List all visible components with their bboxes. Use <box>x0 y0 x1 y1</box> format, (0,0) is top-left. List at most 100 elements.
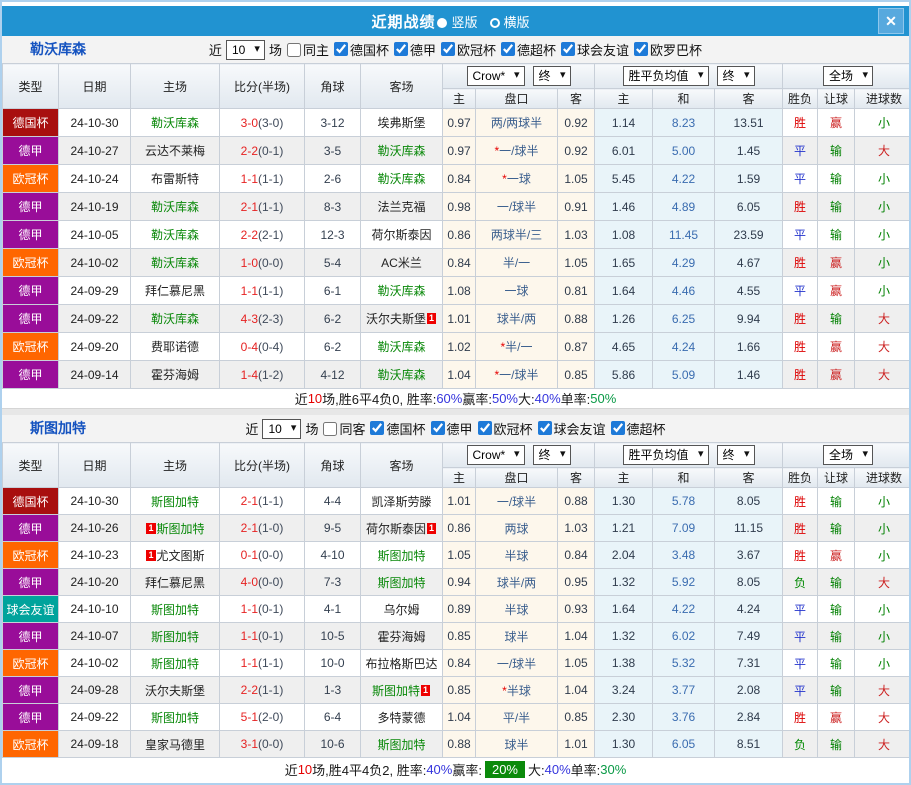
corner-cell: 12-3 <box>305 221 361 249</box>
scope-group-header: 全场 <box>783 64 911 89</box>
league-checkbox[interactable] <box>431 421 445 435</box>
home-odds-cell: 0.85 <box>443 677 476 704</box>
summary-text: 单率: <box>561 389 591 408</box>
recent-count-select[interactable]: 10 <box>262 419 301 439</box>
away-team-cell: 勒沃库森 <box>361 333 443 361</box>
league-cell: 欧冠杯 <box>3 165 59 193</box>
odds-provider-select[interactable]: Crow* <box>467 445 525 465</box>
same-venue-checkbox[interactable] <box>323 422 337 436</box>
league-checkbox[interactable] <box>370 421 384 435</box>
away-team-cell: 勒沃库森 <box>361 137 443 165</box>
handicap-cell: 平/半 <box>476 704 558 731</box>
team-label: 霍芬海姆 <box>151 368 199 382</box>
win-odds-cell: 1.30 <box>595 488 653 515</box>
match-row: 德甲24-10-20拜仁慕尼黑4-0(0-0)7-3斯图加特0.94球半/两0.… <box>3 569 911 596</box>
match-row: 欧冠杯24-10-02勒沃库森1-0(0-0)5-4AC米兰0.84半/一1.0… <box>3 249 911 277</box>
close-button[interactable]: ✕ <box>878 8 904 34</box>
home-team-cell: 拜仁慕尼黑 <box>131 277 220 305</box>
recent-results-panel: 近期战绩 竖版 横版 ✕ 勒沃库森 近 10 场 同主 德国杯德甲欧冠杯德超杯球… <box>0 0 911 785</box>
fulltime-score: 4-3 <box>241 312 258 326</box>
draw-odds-cell: 4.29 <box>653 249 715 277</box>
corner-cell: 10-0 <box>305 650 361 677</box>
goals-cell: 大 <box>855 361 911 389</box>
win-odds-cell: 1.64 <box>595 277 653 305</box>
col-date-header: 日期 <box>59 443 131 488</box>
league-checkbox[interactable] <box>501 42 515 56</box>
odds-provider-select[interactable]: Crow* <box>467 66 525 86</box>
scope-select[interactable]: 全场 <box>823 66 873 86</box>
league-checkbox[interactable] <box>611 421 625 435</box>
score-cell: 3-1(0-0) <box>220 731 305 758</box>
league-checkbox[interactable] <box>634 42 648 56</box>
win-odds-cell: 5.86 <box>595 361 653 389</box>
radio-selected-icon[interactable] <box>437 18 447 28</box>
scope-select[interactable]: 全场 <box>823 445 873 465</box>
halftime-score: (0-0) <box>258 737 283 751</box>
fulltime-score: 0-4 <box>241 340 258 354</box>
wdl-final-select[interactable]: 终 <box>717 66 755 86</box>
corner-cell: 8-3 <box>305 193 361 221</box>
lose-odds-cell: 7.31 <box>715 650 783 677</box>
away-odds-cell: 0.92 <box>558 137 595 165</box>
date-cell: 24-10-05 <box>59 221 131 249</box>
away-odds-cell: 0.91 <box>558 193 595 221</box>
draw-odds-cell: 8.23 <box>653 109 715 137</box>
away-odds-cell: 0.85 <box>558 361 595 389</box>
home-odds-cell: 0.97 <box>443 109 476 137</box>
red-card-badge: 1 <box>146 550 155 561</box>
odds-final-select[interactable]: 终 <box>533 445 571 465</box>
section-divider <box>2 408 909 415</box>
wdl-average-select[interactable]: 胜平负均值 <box>623 445 709 465</box>
score-cell: 1-0(0-0) <box>220 249 305 277</box>
final-select-wrap: 终 <box>717 445 755 465</box>
match-row: 欧冠杯24-10-231尤文图斯0-1(0-0)4-10斯图加特1.05半球0.… <box>3 542 911 569</box>
recent-count-select[interactable]: 10 <box>226 40 265 60</box>
layout-radio-horizontal[interactable]: 横版 <box>490 12 540 31</box>
wdl-final-select[interactable]: 终 <box>717 445 755 465</box>
league-checkbox[interactable] <box>561 42 575 56</box>
team-label: 斯图加特 <box>151 495 199 509</box>
halftime-score: (2-3) <box>258 312 283 326</box>
lose-odds-cell: 1.59 <box>715 165 783 193</box>
summary-text: 大: <box>528 760 545 779</box>
home-team-cell: 1尤文图斯 <box>131 542 220 569</box>
same-venue-checkbox[interactable] <box>287 43 301 57</box>
league-filters: 德国杯德甲欧冠杯球会友谊德超杯 <box>365 419 665 439</box>
away-odds-cell: 0.81 <box>558 277 595 305</box>
wdl-average-select[interactable]: 胜平负均值 <box>623 66 709 86</box>
draw-odds-cell: 5.92 <box>653 569 715 596</box>
odds-final-select[interactable]: 终 <box>533 66 571 86</box>
layout-radio-vertical[interactable]: 竖版 <box>437 12 487 31</box>
score-cell: 0-4(0-4) <box>220 333 305 361</box>
result-cell: 平 <box>783 277 818 305</box>
away-odds-cell: 0.88 <box>558 488 595 515</box>
league-checkbox[interactable] <box>334 42 348 56</box>
date-cell: 24-10-19 <box>59 193 131 221</box>
league-checkbox[interactable] <box>394 42 408 56</box>
home-team-cell: 沃尔夫斯堡 <box>131 677 220 704</box>
home-team-cell: 霍芬海姆 <box>131 361 220 389</box>
handicap-cell: *半/一 <box>476 333 558 361</box>
radio-unselected-icon[interactable] <box>490 18 500 28</box>
handicap-cell: 一/球半 <box>476 650 558 677</box>
goals-cell: 小 <box>855 650 911 677</box>
league-checkbox[interactable] <box>441 42 455 56</box>
team-label: 斯图加特 <box>377 576 425 590</box>
league-checkbox[interactable] <box>538 421 552 435</box>
result-cell: 胜 <box>783 109 818 137</box>
draw-odds-cell: 5.00 <box>653 137 715 165</box>
draw-odds-cell: 6.25 <box>653 305 715 333</box>
lose-odds-cell: 4.67 <box>715 249 783 277</box>
win-odds-cell: 1.38 <box>595 650 653 677</box>
league-filter: 德国杯 <box>329 40 389 59</box>
fulltime-score: 4-0 <box>241 575 258 589</box>
draw-odds-cell: 4.22 <box>653 596 715 623</box>
home-odds-cell: 0.84 <box>443 165 476 193</box>
win-odds-cell: 2.30 <box>595 704 653 731</box>
league-cell: 德甲 <box>3 221 59 249</box>
handicap-result-cell: 赢 <box>818 109 855 137</box>
lose-odds-cell: 23.59 <box>715 221 783 249</box>
win-odds-cell: 4.65 <box>595 333 653 361</box>
date-cell: 24-10-27 <box>59 137 131 165</box>
league-checkbox[interactable] <box>478 421 492 435</box>
